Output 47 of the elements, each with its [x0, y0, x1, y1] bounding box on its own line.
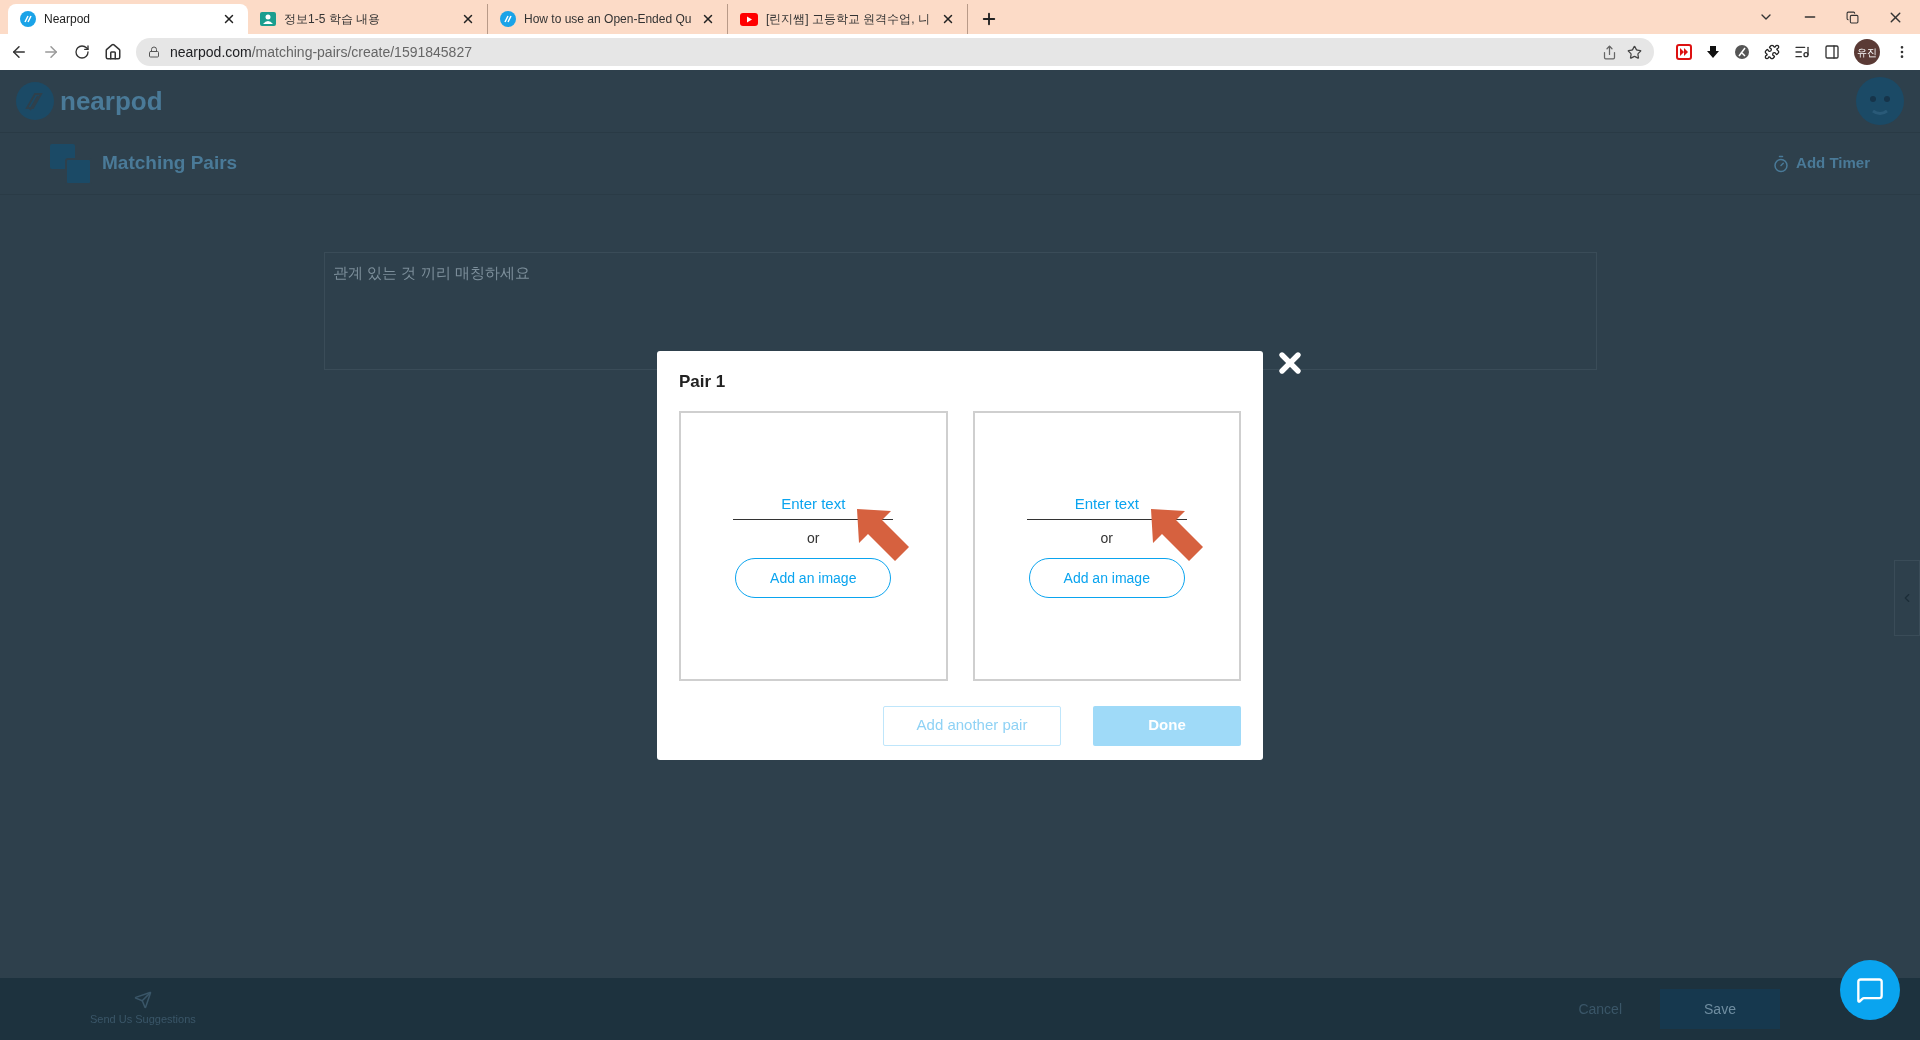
- activity-title: Matching Pairs: [102, 151, 238, 176]
- puzzle-icon[interactable]: [1764, 44, 1780, 60]
- logo-icon: [16, 82, 54, 120]
- add-timer-button[interactable]: Add Timer: [1772, 152, 1870, 175]
- save-button[interactable]: Save: [1660, 989, 1780, 1029]
- lock-icon: [148, 46, 160, 58]
- media-icon[interactable]: [1794, 44, 1810, 60]
- tab-title: Nearpod: [44, 11, 92, 28]
- close-icon[interactable]: [941, 12, 955, 26]
- star-icon[interactable]: [1627, 44, 1642, 60]
- address-bar[interactable]: nearpod.com/matching-pairs/create/1591845827: [136, 38, 1654, 66]
- close-icon[interactable]: [701, 12, 715, 26]
- nearpod-icon: [20, 11, 36, 27]
- new-tab-icon[interactable]: [980, 10, 998, 28]
- extension-icon[interactable]: [1734, 44, 1750, 60]
- close-icon[interactable]: [461, 12, 475, 26]
- chat-button[interactable]: [1840, 960, 1900, 1020]
- tab-title: How to use an Open-Ended Qu: [524, 11, 693, 28]
- restore-icon[interactable]: [1846, 10, 1859, 24]
- download-icon[interactable]: [1706, 45, 1720, 59]
- tab-title: 정보1-5 학습 내용: [284, 11, 381, 28]
- arrow-drawing: [1148, 506, 1205, 563]
- tab-title: [린지쌤] 고등학교 원격수업, 니: [766, 11, 931, 28]
- home-icon[interactable]: [104, 43, 122, 61]
- modal-title: Pair 1: [679, 371, 727, 393]
- share-icon[interactable]: [1602, 44, 1617, 60]
- text-input[interactable]: Enter text: [733, 492, 894, 520]
- forward-icon[interactable]: [42, 43, 60, 61]
- nearpod-icon: [500, 11, 516, 27]
- reload-icon[interactable]: [74, 44, 90, 60]
- logo-text: nearpod: [60, 84, 163, 118]
- matching-pairs-icon: [50, 143, 92, 184]
- back-icon[interactable]: [10, 43, 28, 61]
- classroom-icon: [260, 11, 276, 27]
- stopwatch-icon: [1772, 154, 1791, 173]
- url-text: nearpod.com/matching-pairs/create/1591845827: [170, 42, 472, 62]
- chat-icon: [1856, 976, 1884, 1004]
- video-play-icon: [740, 12, 758, 26]
- browser-tab[interactable]: Nearpod: [8, 4, 248, 34]
- profile-avatar[interactable]: 유진: [1854, 39, 1880, 65]
- or-text: or: [807, 529, 820, 548]
- fast-forward-icon[interactable]: [1676, 44, 1692, 60]
- side-panel-icon[interactable]: [1824, 44, 1840, 60]
- arrow-drawing: [855, 506, 911, 563]
- question-text[interactable]: 관계 있는 것 끼리 매칭하세요: [333, 264, 530, 281]
- or-text: or: [1100, 529, 1113, 548]
- close-icon[interactable]: [222, 12, 236, 26]
